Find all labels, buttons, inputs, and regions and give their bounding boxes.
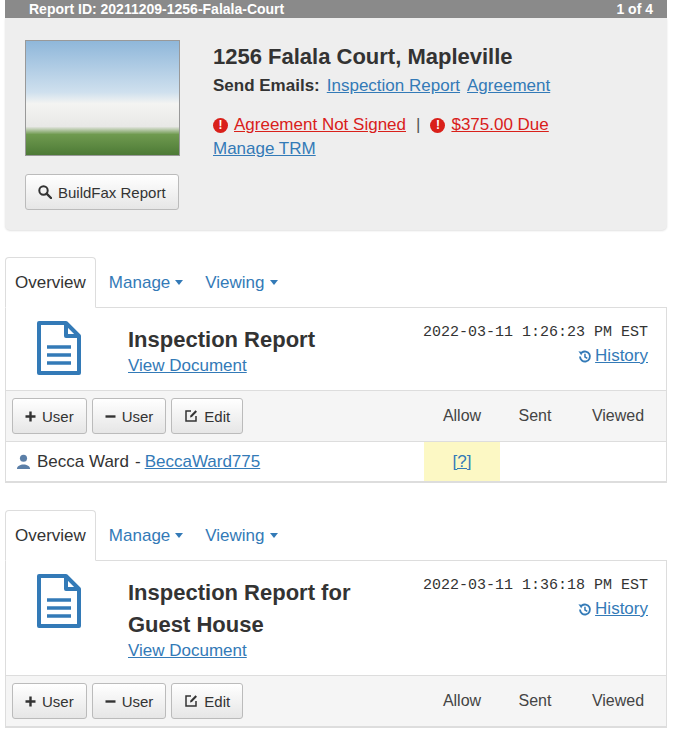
person-icon [16, 454, 31, 469]
history-icon [577, 349, 592, 364]
caret-icon [270, 280, 278, 285]
edit-icon [184, 694, 198, 708]
history-link[interactable]: History [577, 599, 648, 619]
column-header: Viewed [570, 692, 666, 710]
remove-button[interactable]: User [92, 398, 167, 434]
document-icon [36, 573, 82, 629]
tab[interactable]: Overview [5, 510, 96, 561]
plus-icon [25, 696, 36, 707]
report-title: Inspection Report [128, 324, 368, 356]
caret-icon [175, 280, 183, 285]
minus-icon [105, 696, 116, 707]
alert-link[interactable]: Agreement Not Signed [234, 113, 406, 137]
top-bar: Report ID: 20211209-1256-Falala-Court 1 … [5, 0, 667, 18]
allow-cell[interactable]: [?] [424, 442, 500, 481]
timestamp: 2022-03-11 1:36:18 PM EST [423, 576, 648, 596]
report-id: Report ID: 20211209-1256-Falala-Court [29, 0, 284, 18]
address: 1256 Falala Court, Mapleville [213, 43, 513, 71]
edit-button[interactable]: Edit [171, 683, 243, 719]
tab-bar: Overview Manage Viewing [5, 257, 667, 308]
view-document-link[interactable]: View Document [128, 356, 423, 376]
view-document-link[interactable]: View Document [128, 641, 423, 661]
history-icon [577, 602, 592, 617]
history-link[interactable]: History [577, 346, 648, 366]
report-section: Overview Manage Viewing Inspection Repor… [5, 510, 667, 728]
search-icon [38, 185, 52, 199]
report-panel: Inspection Report View Document 2022-03-… [5, 308, 667, 483]
separator: | [416, 113, 420, 137]
toolbar: User User Edit AllowSentViewed [6, 390, 666, 442]
tab[interactable]: Manage [100, 510, 192, 561]
tab[interactable]: Overview [5, 257, 96, 308]
tab[interactable]: Viewing [196, 510, 286, 561]
edit-icon [184, 409, 198, 423]
toolbar: User User Edit AllowSentViewed [6, 675, 666, 727]
report-section: Overview Manage Viewing Inspection Repor… [5, 257, 667, 483]
property-photo [25, 40, 180, 156]
column-header: Sent [500, 407, 570, 425]
column-header: Allow [424, 407, 500, 425]
report-title: Inspection Report for Guest House [128, 577, 368, 641]
column-header: Sent [500, 692, 570, 710]
email-link[interactable]: Inspection Report [327, 73, 460, 99]
timestamp: 2022-03-11 1:26:23 PM EST [423, 323, 648, 343]
add-button[interactable]: User [12, 683, 87, 719]
edit-button[interactable]: Edit [171, 398, 243, 434]
caret-icon [270, 533, 278, 538]
column-header: Allow [424, 692, 500, 710]
document-icon [36, 320, 82, 376]
alert-link[interactable]: $375.00 Due [451, 113, 548, 137]
alert-icon: ! [213, 118, 228, 133]
tab[interactable]: Viewing [196, 257, 286, 308]
send-emails: Send Emails: Inspection ReportAgreement [213, 73, 550, 99]
tab-bar: Overview Manage Viewing [5, 510, 667, 561]
page: Report ID: 20211209-1256-Falala-Court 1 … [0, 0, 683, 731]
plus-icon [25, 411, 36, 422]
manage-trm-link[interactable]: Manage TRM [213, 137, 316, 161]
tab[interactable]: Manage [100, 257, 192, 308]
buildfax-button[interactable]: BuildFax Report [25, 174, 179, 210]
add-button[interactable]: User [12, 398, 87, 434]
property-card: BuildFax Report 1256 Falala Court, Maple… [5, 18, 667, 230]
caret-icon [175, 533, 183, 538]
column-header: Viewed [570, 407, 666, 425]
username-link[interactable]: BeccaWard775 [145, 452, 261, 472]
remove-button[interactable]: User [92, 683, 167, 719]
user-row: Becca Ward - BeccaWard775 [?] [6, 442, 666, 482]
report-panel: Inspection Report for Guest House View D… [5, 561, 667, 728]
minus-icon [105, 411, 116, 422]
pager: 1 of 4 [616, 0, 653, 18]
alerts: ! Agreement Not Signed | ! $375.00 Due [213, 113, 549, 137]
alert-icon: ! [430, 118, 445, 133]
email-link[interactable]: Agreement [467, 73, 550, 99]
